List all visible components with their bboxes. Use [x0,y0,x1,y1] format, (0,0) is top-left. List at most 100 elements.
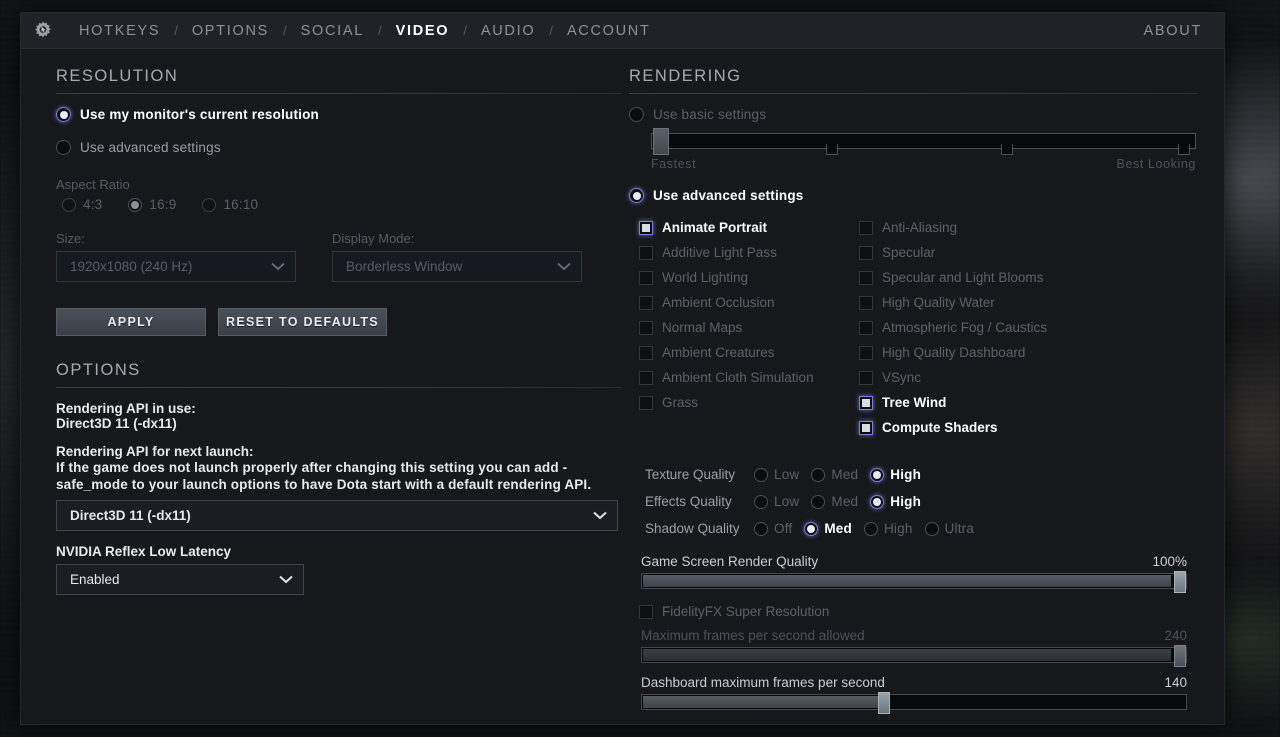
radio-use-monitor-resolution[interactable]: Use my monitor's current resolution [56,107,621,122]
checkbox-indicator[interactable] [639,371,653,385]
checkbox-indicator[interactable] [639,246,653,260]
radio-indicator[interactable] [56,140,71,155]
option-label: High [890,467,921,482]
texture-quality-low[interactable]: Low [748,467,799,482]
radio-indicator[interactable] [864,522,878,536]
radio-indicator[interactable] [925,522,939,536]
radio-use-advanced-resolution[interactable]: Use advanced settings [56,140,621,155]
checkbox-specular[interactable]: Specular [859,240,1109,265]
radio-indicator[interactable] [754,522,768,536]
checkbox-ambient-creatures[interactable]: Ambient Creatures [639,340,859,365]
aspect-option-4-3[interactable]: 4:3 [56,197,102,212]
gear-icon[interactable] [21,20,65,42]
checkbox-indicator[interactable] [639,346,653,360]
radio-indicator[interactable] [870,468,884,482]
shadow-quality-med[interactable]: Med [798,521,852,536]
dashboard-fps-slider[interactable] [641,694,1187,710]
slider-handle[interactable] [1174,645,1186,667]
checkbox-vsync[interactable]: VSync [859,365,1109,390]
reset-to-defaults-button[interactable]: RESET TO DEFAULTS [218,308,387,336]
checkbox-grass[interactable]: Grass [639,390,859,415]
checkbox-tree-wind[interactable]: Tree Wind [859,390,1109,415]
max-fps-slider[interactable] [641,647,1187,663]
aspect-option-16-10[interactable]: 16:10 [196,197,258,212]
slider-handle[interactable] [878,692,890,714]
checkbox-indicator[interactable] [639,271,653,285]
radio-use-basic-settings[interactable]: Use basic settings [629,107,1202,122]
checkbox-world-lighting[interactable]: World Lighting [639,265,859,290]
render-quality-label: Game Screen Render Quality [641,554,818,569]
slider-handle[interactable] [653,128,669,155]
checkbox-additive-light-pass[interactable]: Additive Light Pass [639,240,859,265]
checkbox-indicator[interactable] [859,371,873,385]
radio-indicator[interactable] [62,198,76,212]
checkbox-indicator[interactable] [859,271,873,285]
checkbox-label: Tree Wind [882,395,946,410]
nvidia-reflex-dropdown[interactable]: Enabled [56,564,304,595]
checkbox-compute-shaders[interactable]: Compute Shaders [859,415,1109,440]
radio-indicator[interactable] [754,495,768,509]
radio-indicator[interactable] [811,468,825,482]
tab-audio[interactable]: AUDIO [467,13,549,49]
tab-hotkeys[interactable]: HOTKEYS [65,13,174,49]
radio-indicator[interactable] [128,198,142,212]
checkbox-indicator[interactable] [859,346,873,360]
tab-video[interactable]: VIDEO [382,13,464,49]
apply-button[interactable]: APPLY [56,308,206,336]
checkbox-high-quality-dashboard[interactable]: High Quality Dashboard [859,340,1109,365]
size-dropdown[interactable]: 1920x1080 (240 Hz) [56,251,296,282]
checkbox-ambient-cloth-simulation[interactable]: Ambient Cloth Simulation [639,365,859,390]
checkbox-indicator[interactable] [859,421,873,435]
checkbox-indicator[interactable] [639,296,653,310]
radio-indicator[interactable] [811,495,825,509]
tab-account[interactable]: ACCOUNT [553,13,665,49]
checkbox-indicator[interactable] [639,221,653,235]
texture-quality-row: Texture Quality Low Med High [645,461,1202,488]
checkbox-indicator[interactable] [859,246,873,260]
checkbox-indicator[interactable] [859,321,873,335]
checkbox-indicator[interactable] [639,396,653,410]
checkbox-indicator[interactable] [859,396,873,410]
texture-quality-med[interactable]: Med [805,467,858,482]
aspect-option-16-9[interactable]: 16:9 [122,197,176,212]
checkbox-animate-portrait[interactable]: Animate Portrait [639,215,859,240]
about-link[interactable]: ABOUT [1144,23,1224,39]
api-next-launch-help: If the game does not launch properly aft… [56,459,618,493]
effects-quality-high[interactable]: High [864,494,921,509]
rendering-api-dropdown[interactable]: Direct3D 11 (-dx11) [56,500,618,531]
slider-handle[interactable] [1174,571,1186,593]
radio-indicator[interactable] [629,188,644,203]
effects-quality-low[interactable]: Low [748,494,799,509]
radio-indicator[interactable] [56,107,71,122]
checkbox-indicator[interactable] [859,296,873,310]
checkbox-high-quality-water[interactable]: High Quality Water [859,290,1109,315]
checkbox-specular-and-light-blooms[interactable]: Specular and Light Blooms [859,265,1109,290]
effects-quality-med[interactable]: Med [805,494,858,509]
tab-options[interactable]: OPTIONS [178,13,283,49]
texture-quality-high[interactable]: High [864,467,921,482]
basic-quality-slider[interactable] [651,128,1196,154]
shadow-quality-high[interactable]: High [858,521,913,536]
checkbox-atmospheric-fog-caustics[interactable]: Atmospheric Fog / Caustics [859,315,1109,340]
chevron-down-icon [271,262,285,271]
checkbox-anti-aliasing[interactable]: Anti-Aliasing [859,215,1109,240]
checkbox-indicator[interactable] [639,321,653,335]
shadow-quality-off[interactable]: Off [748,521,792,536]
render-quality-slider[interactable] [641,573,1187,589]
display-mode-dropdown[interactable]: Borderless Window [332,251,582,282]
checkbox-fidelityfx-super-resolution[interactable]: FidelityFX Super Resolution [639,599,1202,624]
shadow-quality-ultra[interactable]: Ultra [919,521,975,536]
radio-indicator[interactable] [754,468,768,482]
checkbox-indicator[interactable] [859,221,873,235]
radio-indicator[interactable] [804,522,818,536]
radio-indicator[interactable] [629,107,644,122]
slider-notch [826,144,838,155]
rendering-section-title: RENDERING [629,67,1202,93]
tab-social[interactable]: SOCIAL [287,13,378,49]
checkbox-indicator[interactable] [639,605,653,619]
radio-indicator[interactable] [870,495,884,509]
radio-use-advanced-rendering[interactable]: Use advanced settings [629,188,1202,203]
checkbox-normal-maps[interactable]: Normal Maps [639,315,859,340]
radio-indicator[interactable] [202,198,216,212]
checkbox-ambient-occlusion[interactable]: Ambient Occlusion [639,290,859,315]
